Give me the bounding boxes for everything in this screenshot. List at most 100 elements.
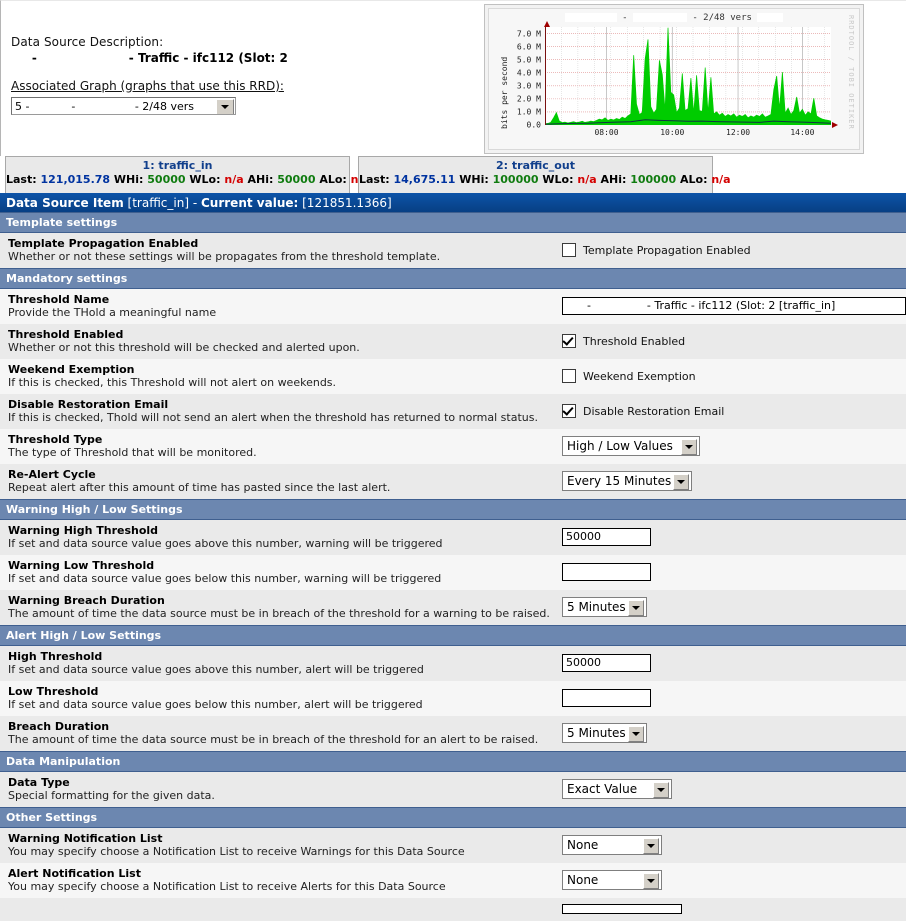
alert-notification-list-title: Alert Notification List <box>8 867 141 880</box>
ahi-label: AHi: <box>247 173 274 186</box>
graph-x-tick: 10:00 <box>660 128 685 137</box>
whi-value: 100000 <box>492 173 539 186</box>
threshold-enabled-checkbox-label: Threshold Enabled <box>583 334 686 348</box>
low-threshold-input[interactable] <box>562 689 651 707</box>
realert-cycle-title: Re-Alert Cycle <box>8 468 96 481</box>
disable-restoration-email-checkbox-label: Disable Restoration Email <box>583 404 725 418</box>
warning-breach-duration-desc: The amount of time the data source must … <box>8 607 550 620</box>
high-threshold-title: High Threshold <box>8 650 103 663</box>
template-propagation-checkbox-label: Template Propagation Enabled <box>583 243 751 257</box>
row-warning-breach-duration: Warning Breach Duration The amount of ti… <box>0 590 906 626</box>
data-type-title: Data Type <box>8 776 70 789</box>
threshold-name-input[interactable]: - - Traffic - ifc112 (Slot: 2 [traffic_i… <box>562 297 906 315</box>
warning-breach-duration-title: Warning Breach Duration <box>8 594 165 607</box>
warning-low-threshold-input[interactable] <box>562 563 651 581</box>
realert-cycle-desc: Repeat alert after this amount of time h… <box>8 481 391 494</box>
ahi-value: 50000 <box>277 173 316 186</box>
graph-series-traffic_in <box>544 27 832 126</box>
wlo-label: WLo: <box>189 173 221 186</box>
rrd-graph[interactable]: - - 2/48 vers bits per second RRDTOOL / … <box>484 4 864 154</box>
row-threshold-enabled: Threshold Enabled Whether or not this th… <box>0 324 906 359</box>
ahi-label: AHi: <box>600 173 627 186</box>
warning-high-threshold-input[interactable]: 50000 <box>562 528 651 546</box>
page-title: Data Source Item [traffic_in] - Current … <box>0 193 906 212</box>
low-threshold-title: Low Threshold <box>8 685 99 698</box>
template-propagation-checkbox[interactable] <box>562 243 576 257</box>
warning-breach-duration-select[interactable]: 5 Minutes <box>562 597 647 617</box>
chevron-down-icon[interactable] <box>643 873 659 889</box>
tab-traffic-in-title: 1: traffic_in <box>142 159 213 172</box>
section-template-settings: Template settings <box>0 212 906 233</box>
section-mandatory-settings-label: Mandatory settings <box>0 268 906 289</box>
data-source-description-value: - - Traffic - ifc112 (Slot: 2 <box>11 51 288 65</box>
disable-restoration-email-checkbox-row[interactable]: Disable Restoration Email <box>562 404 902 418</box>
warning-low-threshold-desc: If set and data source value goes below … <box>8 572 442 585</box>
graph-y-tick: 3.0 M <box>516 81 541 91</box>
breach-duration-select-value: 5 Minutes <box>567 726 626 740</box>
chevron-down-icon[interactable] <box>673 474 690 490</box>
chevron-down-icon[interactable] <box>627 726 644 742</box>
x-axis-arrow-icon <box>832 122 838 128</box>
warning-low-threshold-title: Warning Low Threshold <box>8 559 155 572</box>
wlo-label: WLo: <box>542 173 574 186</box>
weekend-exemption-title: Weekend Exemption <box>8 363 135 376</box>
row-data-type: Data Type Special formatting for the giv… <box>0 771 906 808</box>
alert-notification-list-desc: You may specify choose a Notification Li… <box>8 880 446 893</box>
row-partial-bottom <box>0 898 906 921</box>
warning-notification-list-select[interactable]: None <box>562 835 662 855</box>
rrd-graph-canvas: - - 2/48 vers bits per second RRDTOOL / … <box>488 8 860 150</box>
section-alert-settings: Alert High / Low Settings <box>0 625 906 646</box>
last-value: 121,015.78 <box>40 173 111 186</box>
threshold-enabled-checkbox-row[interactable]: Threshold Enabled <box>562 334 902 348</box>
tab-traffic-out-title: 2: traffic_out <box>496 159 575 172</box>
associated-graph-group: Associated Graph (graphs that use this R… <box>11 79 471 115</box>
threshold-type-select[interactable]: High / Low Values <box>562 436 700 456</box>
chevron-down-icon[interactable] <box>627 600 644 616</box>
threshold-enabled-checkbox[interactable] <box>562 334 576 348</box>
threshold-type-select-value: High / Low Values <box>567 439 673 453</box>
realert-cycle-select[interactable]: Every 15 Minutes <box>562 471 693 491</box>
tab-traffic-in[interactable]: 1: traffic_in Last: 121,015.78 WHi: 5000… <box>5 156 370 193</box>
top-panel: Data Source Description: - - Traffic - i… <box>0 0 906 156</box>
disable-restoration-email-checkbox[interactable] <box>562 404 576 418</box>
section-template-settings-label: Template settings <box>0 212 906 233</box>
whi-label: WHi: <box>113 173 144 186</box>
threshold-enabled-desc: Whether or not this threshold will be ch… <box>8 341 360 354</box>
threshold-settings-form: Template settings Template Propagation E… <box>0 212 906 921</box>
page-title-current-label: Current value: <box>201 195 299 210</box>
threshold-name-desc: Provide the THold a meaningful name <box>8 306 217 319</box>
alo-label: ALo: <box>680 173 708 186</box>
chevron-down-icon[interactable] <box>681 439 697 455</box>
breach-duration-select[interactable]: 5 Minutes <box>562 723 647 743</box>
datasource-legend-tabs: 1: traffic_in Last: 121,015.78 WHi: 5000… <box>0 156 906 193</box>
wlo-value: n/a <box>577 173 597 186</box>
warning-notification-list-title: Warning Notification List <box>8 832 163 845</box>
chevron-down-icon[interactable] <box>216 99 234 114</box>
tab-traffic-out[interactable]: 2: traffic_out Last: 14,675.11 WHi: 1000… <box>358 156 731 193</box>
chevron-down-icon[interactable] <box>643 838 659 854</box>
section-mandatory-settings: Mandatory settings <box>0 268 906 289</box>
high-threshold-input[interactable]: 50000 <box>562 654 651 672</box>
graph-y-tick: 4.0 M <box>516 68 541 78</box>
weekend-exemption-checkbox-row[interactable]: Weekend Exemption <box>562 369 902 383</box>
data-type-select[interactable]: Exact Value <box>562 779 672 799</box>
section-alert-settings-label: Alert High / Low Settings <box>0 625 906 646</box>
chevron-down-icon[interactable] <box>653 782 669 798</box>
last-label: Last: <box>6 173 37 186</box>
alert-notification-list-select[interactable]: None <box>562 870 662 890</box>
row-breach-duration: Breach Duration The amount of time the d… <box>0 716 906 752</box>
alo-value: n/a <box>711 173 731 186</box>
tab-traffic-in-stats: Last: 121,015.78 WHi: 50000 WLo: n/a AHi… <box>6 173 370 186</box>
row-low-threshold: Low Threshold If set and data source val… <box>0 681 906 716</box>
rrdtool-watermark: RRDTOOL / TOBI OETIKER <box>847 15 855 130</box>
partial-bottom-input[interactable] <box>562 904 682 914</box>
graph-x-tick: 08:00 <box>594 128 619 137</box>
whi-label: WHi: <box>459 173 489 186</box>
breach-duration-title: Breach Duration <box>8 720 110 733</box>
graph-svg <box>544 27 832 126</box>
weekend-exemption-checkbox[interactable] <box>562 369 576 383</box>
template-propagation-checkbox-row[interactable]: Template Propagation Enabled <box>562 243 902 257</box>
graph-y-tick: 0.0 <box>526 120 541 130</box>
graph-y-axis-label: bits per second <box>500 56 509 129</box>
associated-graph-select[interactable]: 5 - - - 2/48 vers <box>11 97 236 115</box>
